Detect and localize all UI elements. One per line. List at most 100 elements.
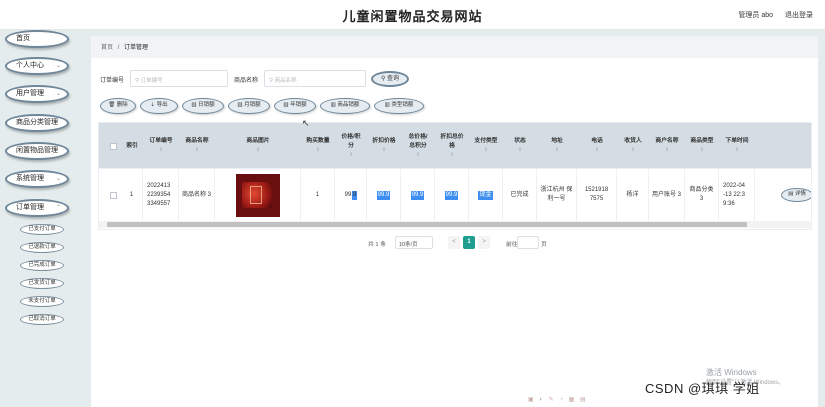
th-price[interactable]: 价格/积分 ⇕ (335, 123, 367, 169)
delete-button[interactable]: 🗑 删除 (100, 98, 136, 114)
sort-icon[interactable]: ⇕ (256, 146, 260, 155)
th-discount-price[interactable]: 折扣价格 ⇕ (367, 123, 401, 169)
row-checkbox-cell[interactable] (107, 169, 119, 221)
checkbox[interactable] (109, 142, 117, 150)
th-discount-total[interactable]: 折扣总价格 ⇕ (435, 123, 469, 169)
pagination: 共 1 条 10条/页 ⌄ < 1 > 前往 页 (91, 236, 818, 250)
cell-discount-price: 99.9 (367, 169, 401, 221)
yearly-sales-button[interactable]: ▥ 年销额 (274, 98, 316, 114)
sort-icon[interactable]: ⇕ (665, 146, 669, 155)
export-button[interactable]: ⇣ 导出 (140, 98, 178, 114)
th-quantity[interactable]: 购买数量 ⇕ (301, 123, 335, 169)
sort-icon[interactable]: ⇕ (416, 151, 420, 160)
sidebar-subitem-refunded-orders[interactable]: 已退款订单 (20, 242, 64, 253)
th-category[interactable]: 商品类型 ⇕ (685, 123, 719, 169)
sidebar-item-system-management[interactable]: 系统管理 ⌄ (5, 170, 69, 188)
monthly-sales-label: 月销额 (244, 102, 261, 108)
detail-button[interactable]: ▤ 详情 (781, 188, 811, 202)
total-value: 99.9 (410, 190, 425, 200)
sidebar-item-personal-center[interactable]: 个人中心 ⌄ (5, 57, 69, 75)
main-content: 首页 / 订单管理 订单编号 ⚲ 订单编号 商品名称 ⚲ 商品名称 ⚲ 查询 🗑… (91, 36, 818, 407)
sort-icon[interactable]: ⇕ (555, 146, 559, 155)
product-thumbnail[interactable] (235, 173, 280, 217)
sidebar-item-order-management[interactable]: 订单管理 ⌃ (5, 199, 69, 217)
page-size-select[interactable]: 10条/页 ⌄ (395, 236, 433, 249)
sort-icon[interactable]: ⇕ (484, 146, 488, 155)
th-pay-type[interactable]: 支付类型 ⇕ (469, 123, 503, 169)
th-order-no[interactable]: 订单编号 ⇕ (143, 123, 179, 169)
cell-pay-type: 现金 (469, 169, 503, 221)
bar-chart-icon: ▥ (237, 102, 243, 108)
th-product-image-label: 商品图片 (246, 138, 270, 144)
sidebar-item-idle-goods-management[interactable]: 闲置物品管理 (5, 142, 69, 160)
th-product-image[interactable]: 商品图片 ⇕ (215, 123, 301, 169)
sort-icon[interactable]: ⇕ (195, 146, 199, 155)
search-button[interactable]: ⚲ 查询 (371, 71, 409, 87)
bar-chart-icon: ▥ (191, 102, 197, 108)
sidebar-subitem-unpaid-orders[interactable]: 未支付订单 (20, 296, 64, 307)
cell-actions: ▤ 详情 (779, 169, 811, 221)
th-receiver[interactable]: 收货人 ⇕ (617, 123, 649, 169)
th-total[interactable]: 总价格/总积分 ⇕ (401, 123, 435, 169)
monthly-sales-button[interactable]: ▥ 月销额 (228, 98, 270, 114)
order-no-placeholder: 订单编号 (140, 78, 163, 84)
th-status[interactable]: 状态 ⇕ (503, 123, 537, 169)
sort-icon[interactable]: ⇕ (595, 146, 599, 155)
sidebar-item-user-management[interactable]: 用户管理 ⌄ (5, 85, 69, 103)
daily-sales-button[interactable]: ▥ 日销额 (182, 98, 224, 114)
th-phone[interactable]: 电话 ⇕ (577, 123, 617, 169)
cell-quantity: 1 (301, 169, 335, 221)
page-number-1[interactable]: 1 (463, 236, 475, 249)
th-discount-total-label: 折扣总价格 (440, 133, 464, 149)
horizontal-scrollbar[interactable] (99, 221, 811, 228)
bar-chart-icon: ▥ (384, 102, 390, 108)
total-count: 共 1 条 (368, 242, 387, 248)
search-icon: ⚲ (135, 78, 140, 84)
order-no-input[interactable]: ⚲ 订单编号 (130, 70, 228, 87)
sort-icon[interactable]: ⇕ (450, 151, 454, 160)
sort-icon[interactable]: ⇕ (349, 151, 353, 160)
sort-icon[interactable]: ⇕ (631, 146, 635, 155)
th-merchant[interactable]: 商户名称 ⇕ (649, 123, 685, 169)
th-address[interactable]: 地址 ⇕ (537, 123, 577, 169)
goto-page-input[interactable] (517, 236, 539, 249)
th-category-label: 商品类型 (690, 138, 714, 144)
th-status-label: 状态 (514, 138, 526, 144)
sort-icon[interactable]: ⇕ (735, 146, 739, 155)
th-pay-type-label: 支付类型 (474, 138, 498, 144)
bar-chart-icon: ▥ (283, 102, 289, 108)
sort-icon[interactable]: ⇕ (700, 146, 704, 155)
cell-total: 99.9 (401, 169, 435, 221)
product-sales-button[interactable]: ▥ 商品销额 (320, 98, 370, 114)
price-value: 99.9 (343, 190, 358, 200)
sidebar-item-label: 个人中心 (16, 62, 44, 69)
select-all-checkbox[interactable] (107, 123, 119, 169)
trash-icon: 🗑 (108, 102, 116, 108)
detail-icon: ▤ (788, 191, 794, 197)
search-row: 订单编号 ⚲ 订单编号 商品名称 ⚲ 商品名称 ⚲ 查询 (100, 70, 800, 88)
sidebar-subitem-completed-orders[interactable]: 已完成订单 (20, 260, 64, 271)
category-sales-button[interactable]: ▥ 类型销额 (374, 98, 424, 114)
sort-icon[interactable]: ⇕ (316, 146, 320, 155)
sort-icon[interactable]: ⇕ (382, 146, 386, 155)
sort-icon[interactable]: ⇕ (518, 146, 522, 155)
next-page-button[interactable]: > (478, 236, 490, 249)
checkbox[interactable] (109, 191, 117, 199)
chevron-down-icon: ⌄ (55, 176, 61, 182)
product-name-input[interactable]: ⚲ 商品名称 (264, 70, 366, 87)
th-order-time[interactable]: 下单时间 ⇕ (719, 123, 755, 169)
sidebar-item-home[interactable]: 首页 (5, 30, 69, 48)
sidebar-subitem-paid-orders[interactable]: 已支付订单 (20, 224, 64, 235)
sort-icon[interactable]: ⇕ (159, 146, 163, 155)
sidebar-item-category-management[interactable]: 商品分类管理 (5, 114, 69, 132)
prev-page-button[interactable]: < (448, 236, 460, 249)
logout-link[interactable]: 退出登录 (785, 12, 813, 19)
discount-price-value: 99.9 (376, 190, 391, 200)
scrollbar-thumb[interactable] (107, 222, 747, 227)
mouse-cursor-icon: ↖ (302, 118, 310, 128)
cell-product-name: 商品名称 3 (179, 169, 215, 221)
sidebar-subitem-cancelled-orders[interactable]: 已取消订单 (20, 314, 64, 325)
breadcrumb-home[interactable]: 首页 (101, 45, 113, 51)
sidebar-subitem-shipped-orders[interactable]: 已发货订单 (20, 278, 64, 289)
th-product-name[interactable]: 商品名称 ⇕ (179, 123, 215, 169)
